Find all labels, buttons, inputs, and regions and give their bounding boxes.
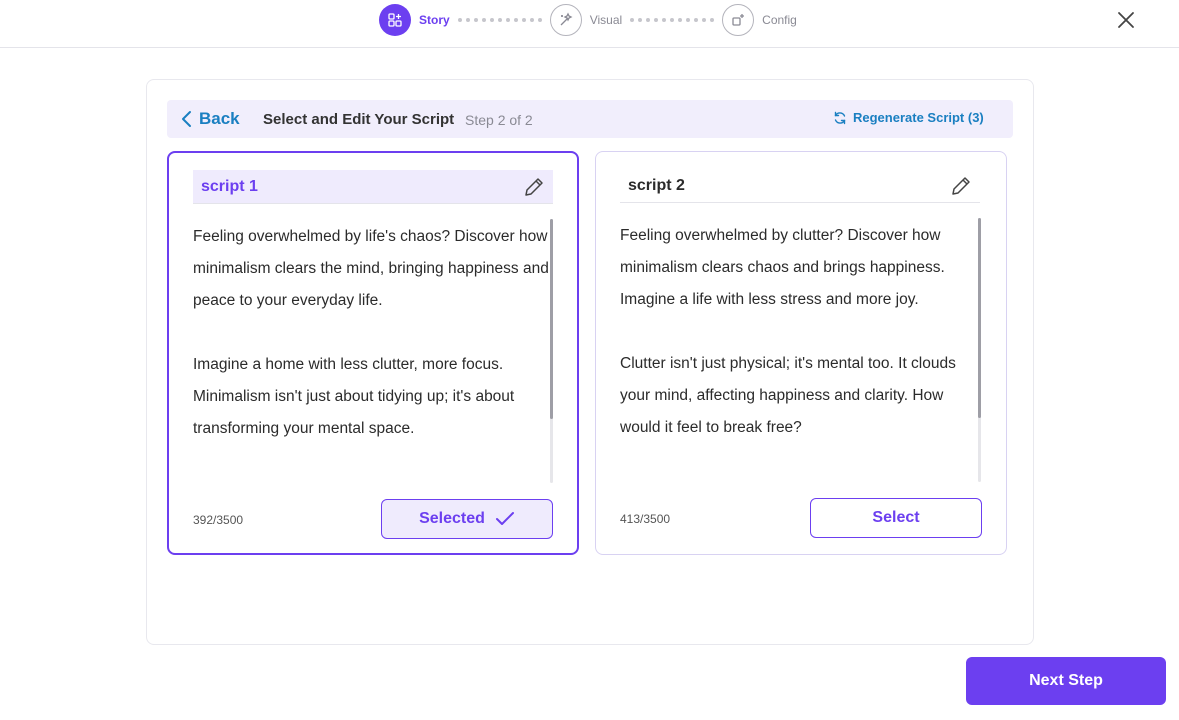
script-title[interactable]: script 2 [628, 177, 685, 195]
regenerate-script-button[interactable]: Regenerate Script (3) [833, 110, 984, 125]
step-connector [457, 18, 542, 22]
visual-step-icon[interactable] [549, 4, 582, 36]
back-label: Back [199, 109, 240, 128]
top-stepper-bar: Story Visual Config [0, 0, 1179, 48]
select-button-label: Select [872, 509, 920, 526]
chevron-left-icon [182, 111, 191, 127]
regenerate-label: Regenerate Script (3) [853, 110, 984, 125]
scrollbar[interactable] [550, 219, 553, 483]
script-title[interactable]: script 1 [201, 178, 258, 196]
step-label-story: Story [419, 13, 450, 27]
progress-stepper: Story Visual Config [379, 4, 805, 36]
selected-button[interactable]: Selected [381, 499, 553, 539]
script-header-bar: Back Select and Edit Your Script Step 2 … [167, 100, 1013, 138]
page-title: Select and Edit Your Script [263, 111, 455, 128]
next-step-button[interactable]: Next Step [966, 657, 1166, 705]
script-paragraph: Clutter isn't just physical; it's mental… [620, 355, 956, 436]
pencil-icon[interactable] [950, 175, 972, 197]
back-button[interactable]: Back [181, 109, 240, 129]
story-step-icon[interactable] [379, 4, 411, 36]
next-step-label: Next Step [1029, 672, 1103, 689]
script-paragraph: Imagine a home with less clutter, more f… [193, 356, 515, 437]
scrollbar-thumb[interactable] [978, 218, 981, 418]
script-paragraph: Feeling overwhelmed by life's chaos? Dis… [193, 228, 549, 309]
select-button[interactable]: Select [810, 498, 982, 538]
step-indicator: Step 2 of 2 [465, 112, 533, 128]
step-label-visual: Visual [589, 13, 623, 27]
close-icon[interactable] [1114, 8, 1138, 32]
step-connector [630, 18, 715, 22]
select-button-label: Selected [419, 510, 485, 527]
checkmark-icon [495, 512, 514, 525]
script-card-header: script 2 [620, 169, 980, 203]
config-step-icon[interactable] [722, 4, 755, 36]
script-paragraph: Feeling overwhelmed by clutter? Discover… [620, 227, 945, 308]
pencil-icon[interactable] [523, 176, 545, 198]
script-card-1[interactable]: script 1 Feeling overwhelmed by life's c… [167, 151, 579, 555]
script-text-area[interactable]: Feeling overwhelmed by clutter? Discover… [620, 220, 976, 482]
character-count: 413/3500 [620, 512, 671, 526]
character-count: 392/3500 [193, 513, 244, 527]
scrollbar[interactable] [978, 218, 981, 482]
script-text-area[interactable]: Feeling overwhelmed by life's chaos? Dis… [193, 221, 549, 483]
step-label-config: Config [762, 13, 797, 27]
script-card-header: script 1 [193, 170, 553, 204]
refresh-icon [834, 111, 846, 124]
scrollbar-thumb[interactable] [550, 219, 553, 419]
script-card-2[interactable]: script 2 Feeling overwhelmed by clutter?… [595, 151, 1007, 555]
